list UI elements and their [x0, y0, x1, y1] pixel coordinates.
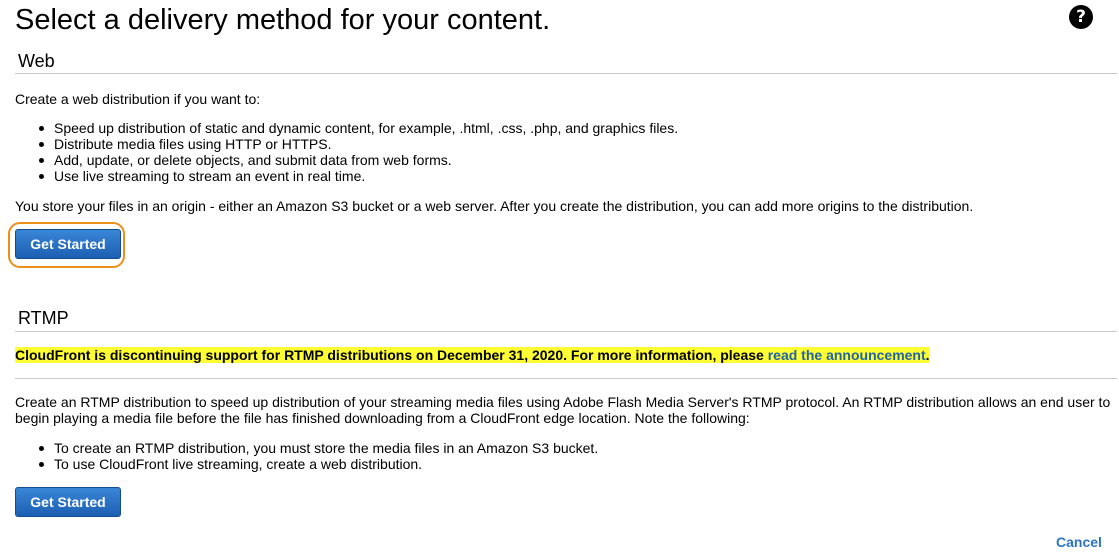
page-title: Select a delivery method for your conten… — [15, 4, 551, 36]
rtmp-description: Create an RTMP distribution to speed up … — [15, 394, 1111, 426]
web-intro-text: Create a web distribution if you want to… — [15, 91, 261, 107]
notice-period: . — [925, 347, 930, 363]
rtmp-section-divider — [15, 331, 1117, 332]
list-item: Use live streaming to stream an event in… — [37, 168, 678, 184]
list-item: To create an RTMP distribution, you must… — [37, 440, 598, 456]
cancel-link[interactable]: Cancel — [1056, 534, 1102, 551]
web-section-divider — [15, 73, 1117, 74]
notice-text: CloudFront is discontinuing support for … — [15, 347, 768, 363]
list-item: To use CloudFront live streaming, create… — [37, 456, 598, 472]
web-bullet-list: Speed up distribution of static and dyna… — [37, 120, 678, 184]
notice-highlight: CloudFront is discontinuing support for … — [15, 347, 930, 363]
list-item: Speed up distribution of static and dyna… — [37, 120, 678, 136]
rtmp-notice-divider — [15, 378, 1117, 379]
web-origin-note: You store your files in an origin - eith… — [15, 198, 974, 214]
rtmp-bullet-list: To create an RTMP distribution, you must… — [37, 440, 598, 472]
rtmp-discontinued-notice: CloudFront is discontinuing support for … — [15, 347, 930, 364]
list-item: Distribute media files using HTTP or HTT… — [37, 136, 678, 152]
list-item: Add, update, or delete objects, and subm… — [37, 152, 678, 168]
rtmp-get-started-button[interactable]: Get Started — [15, 487, 121, 517]
rtmp-section-heading: RTMP — [18, 308, 69, 328]
web-section-heading: Web — [18, 51, 55, 71]
web-get-started-button[interactable]: Get Started — [15, 229, 121, 259]
help-icon[interactable]: ? — [1069, 5, 1093, 29]
read-announcement-link[interactable]: read the announcement — [768, 347, 926, 363]
